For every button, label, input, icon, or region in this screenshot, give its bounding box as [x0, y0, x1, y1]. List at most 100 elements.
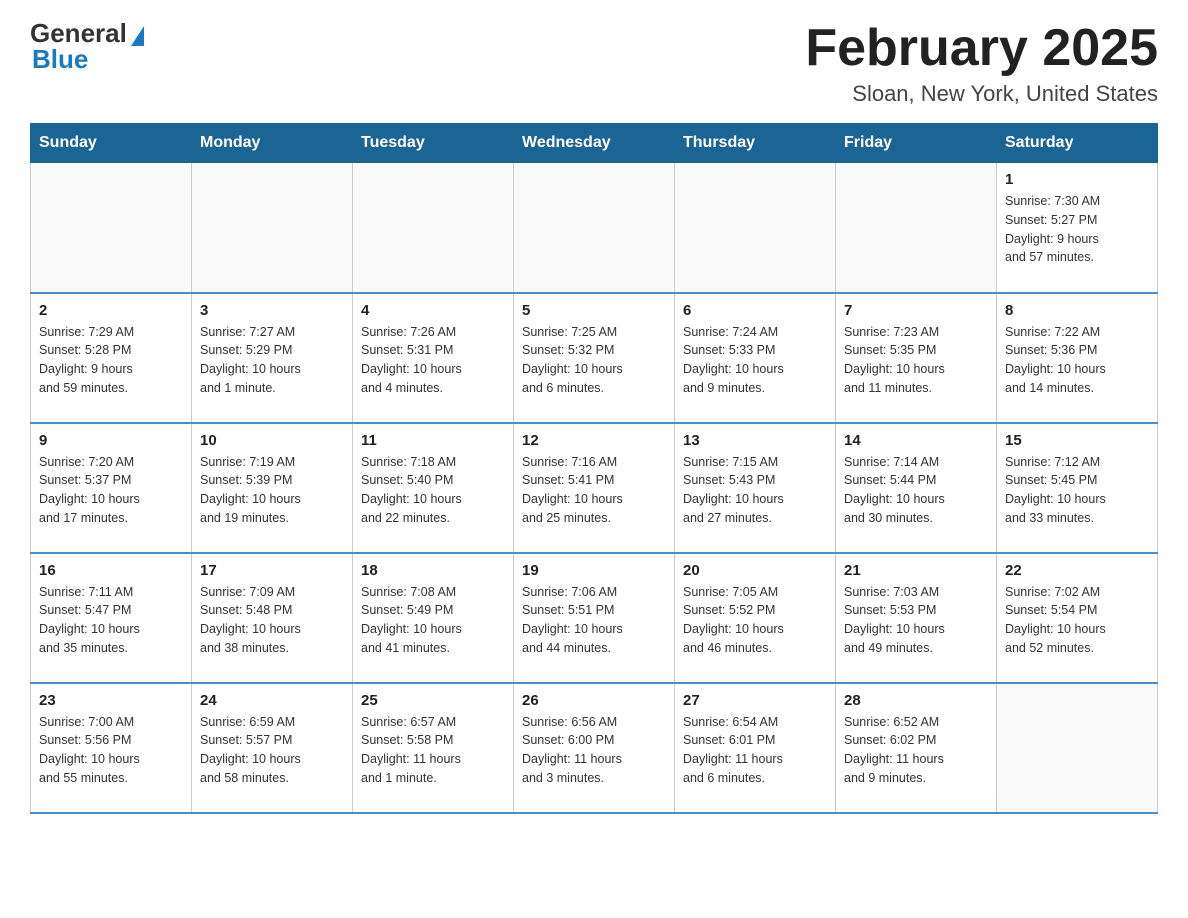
column-header-thursday: Thursday — [675, 124, 836, 163]
calendar-cell — [31, 163, 192, 293]
calendar-cell — [353, 163, 514, 293]
calendar-cell — [997, 683, 1158, 813]
day-number: 1 — [1005, 171, 1149, 188]
calendar-cell: 8 Sunrise: 7:22 AM Sunset: 5:36 PM Daylig… — [997, 293, 1158, 423]
day-number: 26 — [522, 692, 666, 709]
day-info: Sunrise: 7:30 AM Sunset: 5:27 PM Dayligh… — [1005, 192, 1149, 267]
calendar-cell: 5 Sunrise: 7:25 AM Sunset: 5:32 PM Daylig… — [514, 293, 675, 423]
column-header-tuesday: Tuesday — [353, 124, 514, 163]
day-number: 23 — [39, 692, 183, 709]
calendar-cell: 26 Sunrise: 6:56 AM Sunset: 6:00 PM Dayli… — [514, 683, 675, 813]
column-header-wednesday: Wednesday — [514, 124, 675, 163]
calendar-cell: 15 Sunrise: 7:12 AM Sunset: 5:45 PM Dayli… — [997, 423, 1158, 553]
day-info: Sunrise: 7:23 AM Sunset: 5:35 PM Dayligh… — [844, 323, 988, 398]
day-info: Sunrise: 7:25 AM Sunset: 5:32 PM Dayligh… — [522, 323, 666, 398]
calendar-cell: 16 Sunrise: 7:11 AM Sunset: 5:47 PM Dayli… — [31, 553, 192, 683]
day-info: Sunrise: 6:59 AM Sunset: 5:57 PM Dayligh… — [200, 713, 344, 788]
day-number: 4 — [361, 302, 505, 319]
calendar-cell: 13 Sunrise: 7:15 AM Sunset: 5:43 PM Dayli… — [675, 423, 836, 553]
day-number: 7 — [844, 302, 988, 319]
column-header-saturday: Saturday — [997, 124, 1158, 163]
day-number: 18 — [361, 562, 505, 579]
day-number: 15 — [1005, 432, 1149, 449]
calendar-cell: 2 Sunrise: 7:29 AM Sunset: 5:28 PM Daylig… — [31, 293, 192, 423]
calendar-week-row: 9 Sunrise: 7:20 AM Sunset: 5:37 PM Daylig… — [31, 423, 1158, 553]
day-number: 28 — [844, 692, 988, 709]
day-number: 12 — [522, 432, 666, 449]
day-info: Sunrise: 7:27 AM Sunset: 5:29 PM Dayligh… — [200, 323, 344, 398]
calendar-cell: 11 Sunrise: 7:18 AM Sunset: 5:40 PM Dayli… — [353, 423, 514, 553]
logo: General Blue — [30, 20, 144, 72]
day-info: Sunrise: 6:56 AM Sunset: 6:00 PM Dayligh… — [522, 713, 666, 788]
day-number: 14 — [844, 432, 988, 449]
day-info: Sunrise: 7:14 AM Sunset: 5:44 PM Dayligh… — [844, 453, 988, 528]
calendar-cell: 27 Sunrise: 6:54 AM Sunset: 6:01 PM Dayli… — [675, 683, 836, 813]
calendar-cell — [675, 163, 836, 293]
calendar-cell: 9 Sunrise: 7:20 AM Sunset: 5:37 PM Daylig… — [31, 423, 192, 553]
day-info: Sunrise: 7:19 AM Sunset: 5:39 PM Dayligh… — [200, 453, 344, 528]
day-number: 6 — [683, 302, 827, 319]
calendar-cell: 4Sunrise: 7:26 AM Sunset: 5:31 PM Daylig… — [353, 293, 514, 423]
day-number: 9 — [39, 432, 183, 449]
column-header-sunday: Sunday — [31, 124, 192, 163]
day-info: Sunrise: 7:16 AM Sunset: 5:41 PM Dayligh… — [522, 453, 666, 528]
calendar-header-row: SundayMondayTuesdayWednesdayThursdayFrid… — [31, 124, 1158, 163]
day-number: 20 — [683, 562, 827, 579]
calendar-cell: 18Sunrise: 7:08 AM Sunset: 5:49 PM Dayli… — [353, 553, 514, 683]
day-info: Sunrise: 7:02 AM Sunset: 5:54 PM Dayligh… — [1005, 583, 1149, 658]
day-info: Sunrise: 7:22 AM Sunset: 5:36 PM Dayligh… — [1005, 323, 1149, 398]
calendar-cell — [192, 163, 353, 293]
day-number: 22 — [1005, 562, 1149, 579]
calendar-cell: 20 Sunrise: 7:05 AM Sunset: 5:52 PM Dayli… — [675, 553, 836, 683]
day-info: Sunrise: 7:18 AM Sunset: 5:40 PM Dayligh… — [361, 453, 505, 528]
page-header: General Blue February 2025 Sloan, New Yo… — [30, 20, 1158, 107]
day-info: Sunrise: 7:29 AM Sunset: 5:28 PM Dayligh… — [39, 323, 183, 398]
day-info: Sunrise: 6:57 AM Sunset: 5:58 PM Dayligh… — [361, 713, 505, 788]
day-number: 27 — [683, 692, 827, 709]
calendar-cell: 6Sunrise: 7:24 AM Sunset: 5:33 PM Daylig… — [675, 293, 836, 423]
column-header-monday: Monday — [192, 124, 353, 163]
calendar-cell: 19Sunrise: 7:06 AM Sunset: 5:51 PM Dayli… — [514, 553, 675, 683]
column-header-friday: Friday — [836, 124, 997, 163]
day-number: 17 — [200, 562, 344, 579]
day-info: Sunrise: 7:15 AM Sunset: 5:43 PM Dayligh… — [683, 453, 827, 528]
calendar-cell: 22 Sunrise: 7:02 AM Sunset: 5:54 PM Dayli… — [997, 553, 1158, 683]
day-number: 16 — [39, 562, 183, 579]
calendar-week-row: 23 Sunrise: 7:00 AM Sunset: 5:56 PM Dayli… — [31, 683, 1158, 813]
day-number: 8 — [1005, 302, 1149, 319]
day-number: 2 — [39, 302, 183, 319]
calendar-week-row: 16 Sunrise: 7:11 AM Sunset: 5:47 PM Dayli… — [31, 553, 1158, 683]
calendar-cell: 21Sunrise: 7:03 AM Sunset: 5:53 PM Dayli… — [836, 553, 997, 683]
day-info: Sunrise: 7:11 AM Sunset: 5:47 PM Dayligh… — [39, 583, 183, 658]
day-number: 13 — [683, 432, 827, 449]
day-number: 5 — [522, 302, 666, 319]
calendar-cell: 12 Sunrise: 7:16 AM Sunset: 5:41 PM Dayli… — [514, 423, 675, 553]
day-number: 10 — [200, 432, 344, 449]
day-info: Sunrise: 7:00 AM Sunset: 5:56 PM Dayligh… — [39, 713, 183, 788]
calendar-cell: 24 Sunrise: 6:59 AM Sunset: 5:57 PM Dayli… — [192, 683, 353, 813]
calendar-cell: 1 Sunrise: 7:30 AM Sunset: 5:27 PM Daylig… — [997, 163, 1158, 293]
calendar-cell — [514, 163, 675, 293]
calendar-week-row: 2 Sunrise: 7:29 AM Sunset: 5:28 PM Daylig… — [31, 293, 1158, 423]
calendar-cell — [836, 163, 997, 293]
calendar-subtitle: Sloan, New York, United States — [805, 81, 1158, 107]
calendar-cell: 23 Sunrise: 7:00 AM Sunset: 5:56 PM Dayli… — [31, 683, 192, 813]
day-info: Sunrise: 7:06 AM Sunset: 5:51 PM Dayligh… — [522, 583, 666, 658]
day-number: 21 — [844, 562, 988, 579]
title-section: February 2025 Sloan, New York, United St… — [805, 20, 1158, 107]
calendar-cell: 28Sunrise: 6:52 AM Sunset: 6:02 PM Dayli… — [836, 683, 997, 813]
logo-general-text: General — [30, 20, 127, 46]
day-info: Sunrise: 6:54 AM Sunset: 6:01 PM Dayligh… — [683, 713, 827, 788]
day-number: 11 — [361, 432, 505, 449]
calendar-cell: 3Sunrise: 7:27 AM Sunset: 5:29 PM Daylig… — [192, 293, 353, 423]
calendar-cell: 25Sunrise: 6:57 AM Sunset: 5:58 PM Dayli… — [353, 683, 514, 813]
day-info: Sunrise: 7:12 AM Sunset: 5:45 PM Dayligh… — [1005, 453, 1149, 528]
calendar-title: February 2025 — [805, 20, 1158, 77]
calendar-cell: 17Sunrise: 7:09 AM Sunset: 5:48 PM Dayli… — [192, 553, 353, 683]
calendar-week-row: 1 Sunrise: 7:30 AM Sunset: 5:27 PM Daylig… — [31, 163, 1158, 293]
day-info: Sunrise: 7:05 AM Sunset: 5:52 PM Dayligh… — [683, 583, 827, 658]
calendar-table: SundayMondayTuesdayWednesdayThursdayFrid… — [30, 123, 1158, 814]
day-info: Sunrise: 7:20 AM Sunset: 5:37 PM Dayligh… — [39, 453, 183, 528]
day-number: 24 — [200, 692, 344, 709]
calendar-cell: 14 Sunrise: 7:14 AM Sunset: 5:44 PM Dayli… — [836, 423, 997, 553]
